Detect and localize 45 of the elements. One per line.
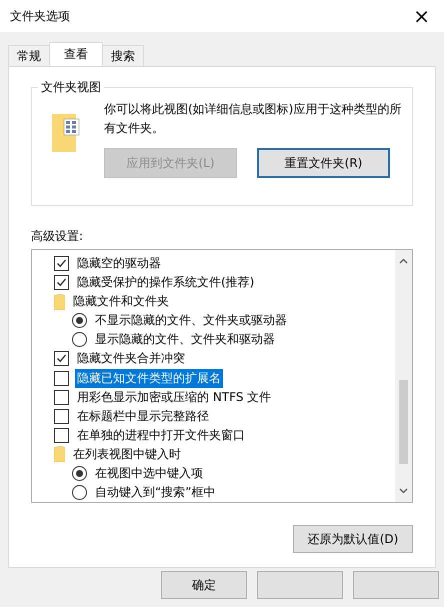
- folder-icon: [52, 114, 80, 152]
- checkbox[interactable]: [54, 408, 69, 424]
- window-title: 文件夹选项: [10, 8, 70, 24]
- folder-icon: [54, 294, 66, 310]
- tab[interactable]: 常规: [8, 45, 50, 66]
- scroll-down-icon[interactable]: [399, 488, 408, 494]
- scrollbar[interactable]: [395, 250, 412, 502]
- option-label[interactable]: 不显示隐藏的文件、文件夹或驱动器: [93, 311, 289, 330]
- restore-defaults-button[interactable]: 还原为默认值(D): [293, 525, 413, 553]
- tab[interactable]: 搜索: [102, 45, 144, 66]
- checkbox[interactable]: [54, 351, 69, 366]
- check-icon: [56, 353, 67, 364]
- option-label[interactable]: 自动键入到“搜索”框中: [93, 482, 218, 502]
- checkbox[interactable]: [54, 370, 69, 386]
- option-label[interactable]: 隐藏已知文件类型的扩展名: [75, 368, 223, 388]
- section-label: 高级设置:: [31, 228, 84, 245]
- checkbox[interactable]: [54, 390, 69, 405]
- scroll-thumb[interactable]: [399, 380, 408, 464]
- option-label[interactable]: 隐藏文件和文件夹: [71, 292, 172, 312]
- tab[interactable]: 查看: [49, 42, 103, 66]
- option-label[interactable]: 在单独的进程中打开文件夹窗口: [75, 426, 247, 445]
- ok-button[interactable]: 确定: [161, 571, 247, 599]
- group-title: 文件夹视图: [38, 79, 104, 96]
- checkbox[interactable]: [54, 275, 69, 290]
- scroll-up-icon[interactable]: [399, 258, 408, 264]
- option-label[interactable]: 隐藏受保护的操作系统文件(推荐): [75, 273, 256, 292]
- close-button[interactable]: ×: [409, 4, 434, 28]
- radio-button[interactable]: [72, 484, 87, 500]
- option-label[interactable]: 用彩色显示加密或压缩的 NTFS 文件: [75, 388, 274, 407]
- folder-button[interactable]: 重置文件夹(R): [257, 148, 390, 178]
- radio-button[interactable]: [72, 313, 87, 328]
- option-label[interactable]: 隐藏空的驱动器: [75, 254, 163, 274]
- option-label[interactable]: 在列表视图中键入时: [71, 444, 184, 464]
- radio-button[interactable]: [72, 466, 87, 481]
- check-icon: [56, 258, 67, 270]
- check-icon: [56, 277, 67, 288]
- description-text: 你可以将此视图(如详细信息或图标)应用于这种类型的所有文件夹。: [104, 101, 402, 137]
- checkbox[interactable]: [54, 428, 69, 443]
- option-label[interactable]: 隐藏文件夹合并冲突: [75, 349, 187, 368]
- folder-icon: [54, 446, 66, 462]
- option-label[interactable]: 在标题栏中显示完整路径: [75, 406, 211, 426]
- checkbox[interactable]: [54, 256, 69, 272]
- option-label[interactable]: 在视图中选中键入项: [93, 464, 205, 483]
- option-label[interactable]: 显示隐藏的文件、文件夹和驱动器: [93, 330, 277, 350]
- radio-button[interactable]: [72, 332, 87, 348]
